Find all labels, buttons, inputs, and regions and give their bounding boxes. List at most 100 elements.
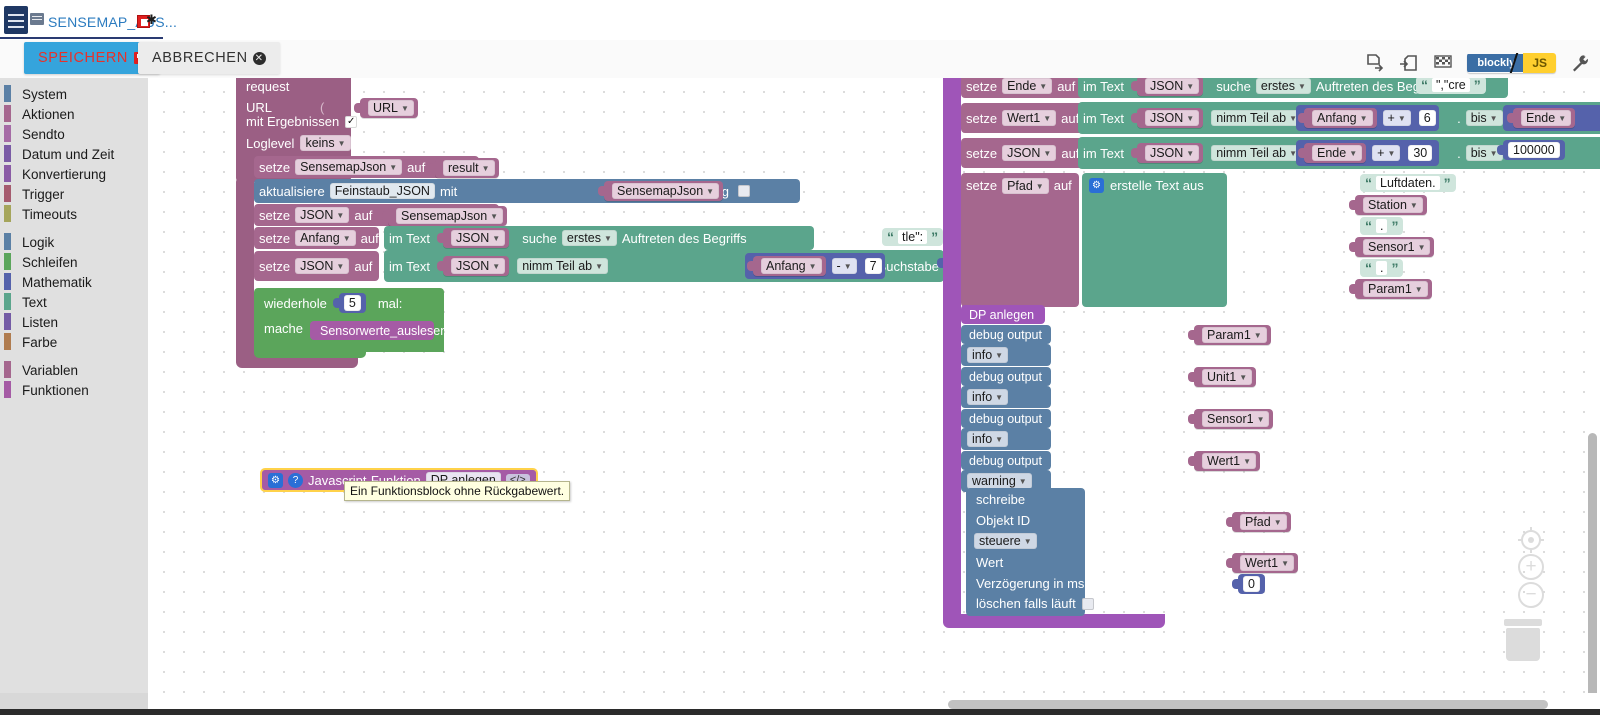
ende-variable-block[interactable]: Ende ▼ <box>1506 108 1576 128</box>
sidebar-item-trigger[interactable]: Trigger <box>0 184 148 204</box>
math-subtract-block[interactable]: Anfang ▼ - ▼ 7 <box>745 253 885 279</box>
variable-dropdown[interactable]: Anfang ▼ <box>1312 110 1373 126</box>
delay-checkbox[interactable] <box>737 185 750 197</box>
variable-dropdown[interactable]: Pfad ▼ <box>1002 178 1049 194</box>
import-blocks-icon[interactable] <box>1399 53 1419 73</box>
variable-dropdown[interactable]: Unit1 ▼ <box>1202 369 1253 385</box>
control-mode-dropdown[interactable]: steuere ▼ <box>974 533 1037 549</box>
set-json-block-3[interactable]: setze JSON ▼ auf <box>961 138 1086 168</box>
debug-level-dropdown[interactable]: info ▼ <box>967 389 1009 405</box>
checkered-flag-icon[interactable] <box>1433 54 1453 72</box>
text-part-string-0[interactable]: “ Luftdaten. ” <box>1360 174 1456 192</box>
variable-dropdown[interactable]: JSON ▼ <box>295 207 350 223</box>
sidebar-item-text[interactable]: Text <box>0 292 148 312</box>
variable-dropdown[interactable]: Wert1 ▼ <box>1202 453 1257 469</box>
variable-dropdown[interactable]: JSON ▼ <box>450 230 506 246</box>
sensemapjson-variable-block[interactable]: SensemapJson ▼ <box>597 181 724 201</box>
text-index-of-block-1[interactable]: im Text JSON ▼ suche erstes ▼ Auftreten de… <box>384 226 814 250</box>
variable-dropdown[interactable]: Anfang ▼ <box>761 258 822 274</box>
debug-level-row-0[interactable]: info ▼ <box>961 344 1051 366</box>
set-ende-block[interactable]: setze Ende ▼ auf <box>961 78 1086 98</box>
url-variable-block[interactable]: URL ▼ <box>354 98 418 118</box>
text-part-string-2[interactable]: “ . ” <box>1360 217 1404 235</box>
anfang-variable-block[interactable]: Anfang ▼ <box>1298 108 1377 128</box>
sidebar-item-farbe[interactable]: Farbe <box>0 332 148 352</box>
mode-row[interactable]: steuere ▼ <box>974 533 1037 549</box>
variable-dropdown[interactable]: Anfang ▼ <box>295 230 356 246</box>
url-row[interactable]: URL ( <box>246 100 324 115</box>
result-dropdown[interactable]: result ▼ <box>443 160 495 176</box>
export-blocks-icon[interactable] <box>1365 53 1385 73</box>
debug-output-block-1[interactable]: debug output <box>961 367 1051 386</box>
math-number-field[interactable]: 7 <box>864 258 882 274</box>
dp-anlegen-label-block[interactable]: DP anlegen <box>961 305 1045 324</box>
function-definition-foot[interactable] <box>943 614 1165 628</box>
string-value[interactable]: . <box>1376 261 1388 275</box>
target-object-field[interactable]: Feinstaub_JSON <box>329 183 435 199</box>
variable-dropdown[interactable]: JSON ▼ <box>450 258 506 274</box>
debug-value-0[interactable]: Param1 ▼ <box>1188 325 1271 345</box>
math-number-field[interactable]: 6 <box>1418 110 1436 126</box>
sidebar-item-logik[interactable]: Logik <box>0 232 148 252</box>
sidebar-item-mathematik[interactable]: Mathematik <box>0 272 148 292</box>
number-field[interactable]: 5 <box>343 295 361 311</box>
horizontal-scrollbar[interactable] <box>948 700 1548 709</box>
number-field[interactable]: 0 <box>1243 576 1260 592</box>
string-value[interactable]: ","cre <box>1432 78 1470 92</box>
wert-value-block[interactable]: Wert1 ▼ <box>1225 553 1299 573</box>
set-json-block-2[interactable]: setze JSON ▼ auf <box>254 251 379 281</box>
variable-dropdown[interactable]: JSON ▼ <box>1144 110 1200 126</box>
gear-icon[interactable]: ⚙ <box>1089 178 1104 193</box>
variable-dropdown[interactable]: Sensor1 ▼ <box>1363 239 1431 255</box>
debug-level-row-1[interactable]: info ▼ <box>961 386 1051 408</box>
variable-dropdown[interactable]: SensemapJson ▼ <box>295 159 403 175</box>
bis-dropdown[interactable]: bis▼ <box>1465 110 1503 126</box>
variable-dropdown[interactable]: SensemapJson ▼ <box>396 208 504 224</box>
sidebar-item-timeouts[interactable]: Timeouts <box>0 204 148 224</box>
math-number-field[interactable]: 30 <box>1408 145 1433 161</box>
sidebar-item-sendto[interactable]: Sendto <box>0 124 148 144</box>
result-variable-block[interactable]: result ▼ <box>429 158 499 178</box>
sidebar-item-listen[interactable]: Listen <box>0 312 148 332</box>
substring-mode-dropdown[interactable]: nimm Teil ab ▼ <box>1211 110 1303 126</box>
variable-dropdown[interactable]: Wert1 ▼ <box>1002 110 1057 126</box>
math-operator-dropdown[interactable]: + ▼ <box>1382 110 1411 126</box>
variable-dropdown[interactable]: SensemapJson ▼ <box>612 183 720 199</box>
json-variable-block[interactable]: JSON ▼ <box>1130 143 1204 163</box>
search-term-string-block[interactable]: “ tle": ” <box>882 228 944 246</box>
repeat-count-block[interactable]: 5 <box>332 293 366 313</box>
math-add-block-2[interactable]: Ende ▼ + ▼ 30 <box>1296 140 1439 166</box>
sensemapjson-variable-block-2[interactable]: SensemapJson ▼ <box>381 206 508 226</box>
variable-dropdown[interactable]: Station ▼ <box>1363 197 1423 213</box>
ordinal-dropdown[interactable]: erstes ▼ <box>1255 78 1311 94</box>
string-value[interactable]: Luftdaten. <box>1376 176 1440 190</box>
variable-dropdown[interactable]: JSON ▼ <box>295 258 350 274</box>
url-dropdown[interactable]: URL ▼ <box>368 100 414 116</box>
sidebar-item-funktionen[interactable]: Funktionen <box>0 380 148 400</box>
wrench-settings-icon[interactable] <box>1570 53 1590 73</box>
http-request-body[interactable] <box>236 178 254 363</box>
debug-level-row-2[interactable]: info ▼ <box>961 428 1051 450</box>
variable-dropdown[interactable]: Ende ▼ <box>1521 110 1572 126</box>
variable-dropdown[interactable]: Param1 ▼ <box>1363 281 1428 297</box>
create-text-block[interactable]: ⚙ erstelle Text aus <box>1082 173 1227 307</box>
debug-output-block-3[interactable]: debug output <box>961 451 1051 470</box>
with-results-checkbox[interactable]: ✓ <box>345 115 358 128</box>
math-operator-dropdown[interactable]: + ▼ <box>1372 145 1401 161</box>
variable-dropdown[interactable]: Pfad ▼ <box>1240 514 1287 530</box>
bis-ende-wrapper[interactable]: Ende ▼ <box>1503 105 1600 131</box>
json-variable-block[interactable]: JSON ▼ <box>436 228 510 248</box>
ordinal-dropdown[interactable]: erstes ▼ <box>561 230 617 246</box>
with-results-row[interactable]: mit Ergebnissen ✓ <box>246 114 358 129</box>
sidebar-item-variablen[interactable]: Variablen <box>0 360 148 380</box>
set-wert1-block[interactable]: setze Wert1 ▼ auf <box>961 103 1086 133</box>
trash-can-icon[interactable] <box>1504 619 1542 665</box>
sidebar-item-system[interactable]: System <box>0 84 148 104</box>
delay-value-block[interactable]: 0 <box>1232 574 1265 594</box>
substring-mode-dropdown[interactable]: nimm Teil ab ▼ <box>517 258 609 274</box>
json-variable-block[interactable]: JSON ▼ <box>1130 78 1204 96</box>
variable-dropdown[interactable]: Sensor1 ▼ <box>1202 411 1270 427</box>
set-pfad-block[interactable]: setze Pfad ▼ auf <box>961 173 1079 307</box>
substring-end-number-block-2[interactable]: 100000 <box>1497 140 1565 160</box>
variable-dropdown[interactable]: Param1 ▼ <box>1202 327 1267 343</box>
